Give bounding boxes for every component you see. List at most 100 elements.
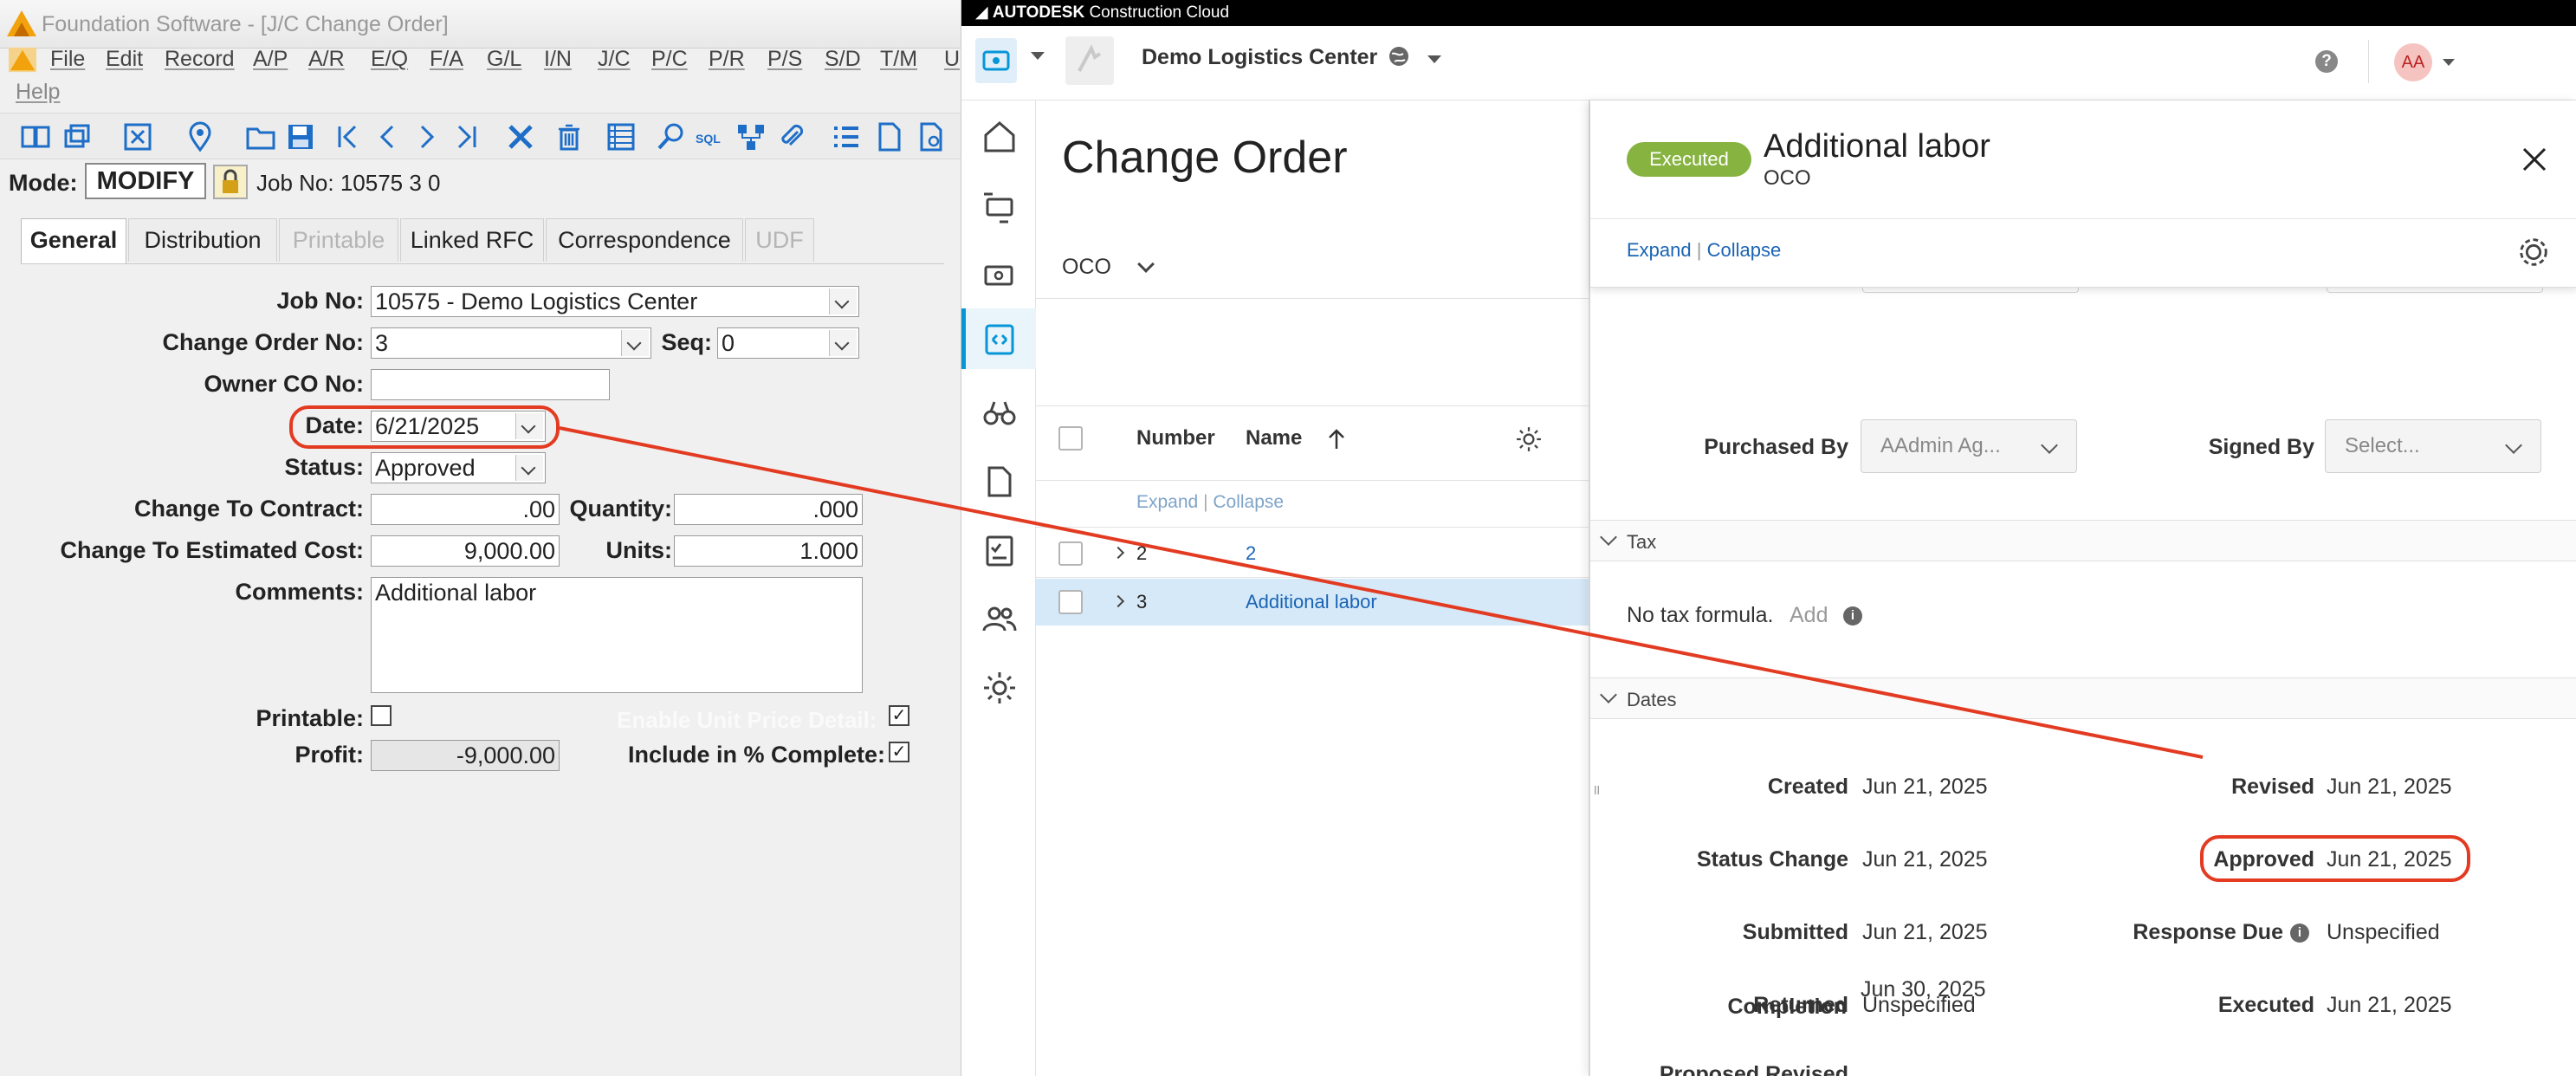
- change-to-contract-input[interactable]: .00: [371, 494, 560, 525]
- menu-fa[interactable]: F/A: [430, 47, 463, 72]
- chevron-down-icon[interactable]: [2505, 437, 2522, 454]
- col-number[interactable]: Number: [1136, 426, 1215, 450]
- binoculars-icon[interactable]: [981, 393, 1019, 431]
- search-icon[interactable]: [655, 120, 688, 153]
- co-type-select[interactable]: OCO: [1062, 255, 1111, 280]
- cancel-icon[interactable]: [504, 120, 537, 153]
- menu-u[interactable]: U: [944, 47, 960, 72]
- menu-record[interactable]: Record: [165, 47, 235, 72]
- owner-co-input[interactable]: [371, 369, 610, 400]
- resize-handle-icon[interactable]: ॥: [1592, 780, 1601, 798]
- lock-icon[interactable]: [213, 165, 248, 199]
- comments-textarea[interactable]: Additional labor: [371, 577, 863, 693]
- first-record-icon[interactable]: [331, 120, 364, 153]
- checklist-icon[interactable]: [981, 532, 1019, 570]
- chevron-down-icon[interactable]: [1137, 256, 1155, 273]
- add-tax-link[interactable]: Add: [1790, 603, 1828, 628]
- menu-gl[interactable]: G/L: [487, 47, 521, 72]
- chevron-right-icon[interactable]: [1111, 546, 1125, 560]
- close-icon[interactable]: [2519, 144, 2550, 175]
- table-row[interactable]: 3 Additional labor: [1036, 579, 1590, 626]
- row-name[interactable]: 2: [1246, 542, 1256, 565]
- budget-icon[interactable]: [981, 187, 1019, 225]
- document-icon[interactable]: [873, 120, 906, 153]
- collapse-all-link[interactable]: Collapse: [1213, 492, 1284, 512]
- row-name[interactable]: Additional labor: [1246, 591, 1377, 613]
- menu-ar[interactable]: A/R: [308, 47, 345, 72]
- bullet-list-icon[interactable]: [830, 120, 863, 153]
- open-folder-icon[interactable]: [244, 120, 277, 153]
- units-input[interactable]: 1.000: [674, 535, 863, 567]
- tab-correspondence[interactable]: Correspondence: [546, 218, 743, 262]
- menu-jc[interactable]: J/C: [598, 47, 631, 72]
- next-record-icon[interactable]: [411, 120, 443, 153]
- chevron-down-icon[interactable]: [2041, 437, 2058, 454]
- change-order-no-select[interactable]: 3: [371, 327, 651, 359]
- dates-section-header[interactable]: Dates: [1590, 677, 2576, 719]
- menu-edit[interactable]: Edit: [106, 47, 143, 72]
- cost-icon[interactable]: [981, 256, 1019, 295]
- members-icon[interactable]: [981, 600, 1019, 638]
- menu-eq[interactable]: E/Q: [371, 47, 408, 72]
- col-name[interactable]: Name: [1246, 426, 1302, 450]
- column-settings-icon[interactable]: [1514, 425, 1544, 454]
- windows-icon[interactable]: [61, 120, 94, 153]
- select-all-checkbox[interactable]: [1058, 426, 1083, 450]
- menu-sd[interactable]: S/D: [825, 47, 861, 72]
- job-no-select[interactable]: 10575 - Demo Logistics Center: [371, 286, 859, 317]
- menu-pr[interactable]: P/R: [709, 47, 745, 72]
- close-window-icon[interactable]: [121, 120, 154, 153]
- include-pct-checkbox[interactable]: ✓: [889, 742, 909, 762]
- purchased-by-select[interactable]: AAdmin Ag...: [1861, 419, 2077, 473]
- menu-pc[interactable]: P/C: [651, 47, 688, 72]
- save-icon[interactable]: [284, 120, 317, 153]
- module-selector[interactable]: [975, 38, 1017, 83]
- last-record-icon[interactable]: [450, 120, 483, 153]
- menu-ps[interactable]: P/S: [767, 47, 802, 72]
- book-icon[interactable]: [19, 120, 52, 153]
- settings-icon[interactable]: [981, 669, 1019, 707]
- printable-checkbox[interactable]: [371, 705, 392, 726]
- table-row[interactable]: 2 2: [1036, 530, 1590, 577]
- expand-link[interactable]: Expand: [1627, 239, 1692, 261]
- menu-in[interactable]: I/N: [544, 47, 572, 72]
- menu-tm[interactable]: T/M: [880, 47, 917, 72]
- chevron-down-icon[interactable]: [1600, 686, 1617, 703]
- module-chevron-icon[interactable]: [1031, 52, 1045, 60]
- tax-section-header[interactable]: Tax: [1590, 520, 2576, 561]
- change-order-icon[interactable]: [981, 321, 1019, 359]
- menu-help[interactable]: Help: [16, 80, 60, 105]
- collapse-link[interactable]: Collapse: [1707, 239, 1782, 261]
- tab-linked-rfc[interactable]: Linked RFC: [400, 218, 544, 262]
- chevron-down-icon[interactable]: [515, 455, 543, 481]
- avatar-chevron-icon[interactable]: [2443, 59, 2455, 66]
- chevron-down-icon[interactable]: [621, 330, 649, 356]
- status-select[interactable]: Approved: [371, 452, 546, 483]
- quantity-input[interactable]: .000: [674, 494, 863, 525]
- row-checkbox[interactable]: [1058, 590, 1083, 614]
- sql-icon[interactable]: SQL: [695, 120, 728, 153]
- home-icon[interactable]: [981, 118, 1019, 156]
- info-icon[interactable]: i: [1843, 606, 1862, 626]
- avatar[interactable]: AA: [2394, 43, 2432, 81]
- expand-all-link[interactable]: Expand: [1136, 492, 1198, 512]
- project-name[interactable]: Demo Logistics Center: [1142, 45, 1377, 70]
- delete-icon[interactable]: [553, 120, 586, 153]
- chevron-down-icon[interactable]: [1600, 528, 1617, 546]
- help-icon[interactable]: ?: [2315, 50, 2338, 73]
- row-checkbox[interactable]: [1058, 541, 1083, 566]
- chevron-right-icon[interactable]: [1111, 594, 1125, 608]
- document-search-icon[interactable]: [915, 120, 948, 153]
- tab-distribution[interactable]: Distribution: [128, 218, 277, 262]
- menu-file[interactable]: File: [50, 47, 85, 72]
- file-icon[interactable]: [981, 463, 1019, 501]
- gear-icon[interactable]: [2515, 234, 2552, 270]
- project-chevron-icon[interactable]: [1427, 55, 1441, 63]
- app-menu-icon[interactable]: [9, 47, 36, 73]
- tab-general[interactable]: General: [21, 218, 126, 265]
- chevron-down-icon[interactable]: [829, 288, 857, 314]
- seq-select[interactable]: 0: [717, 327, 859, 359]
- sort-ascending-icon[interactable]: [1327, 428, 1346, 450]
- enable-unit-price-checkbox[interactable]: ✓: [889, 705, 909, 726]
- menu-ap[interactable]: A/P: [253, 47, 288, 72]
